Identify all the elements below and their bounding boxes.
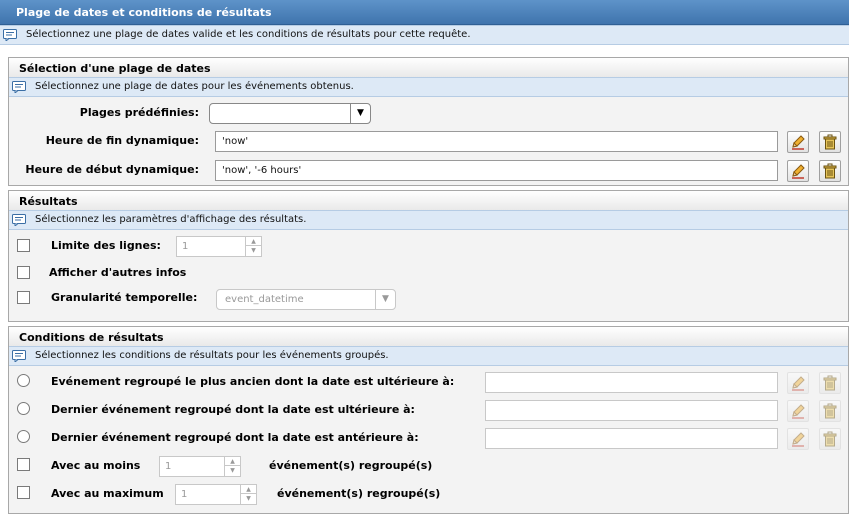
stepper-up-icon[interactable]: ▲: [246, 237, 261, 246]
edit-end-time-button[interactable]: [787, 131, 809, 153]
conditions-hint-text: Sélectionnez les conditions de résultats…: [35, 350, 389, 361]
info-note-icon: [12, 81, 26, 93]
edit-last-after-button[interactable]: [787, 400, 809, 422]
last-before-radio[interactable]: [17, 430, 30, 443]
pencil-icon: [792, 432, 805, 447]
delete-last-after-button[interactable]: [819, 400, 841, 422]
date-range-hint-text: Sélectionnez une plage de dates pour les…: [35, 81, 354, 92]
at-most-suffix: événement(s) regroupé(s): [277, 487, 441, 500]
results-panel: Résultats Sélectionnez les paramètres d'…: [8, 190, 849, 322]
stepper-up-icon[interactable]: ▲: [225, 457, 240, 466]
pencil-icon: [792, 164, 805, 179]
trash-icon: [823, 134, 837, 150]
predefined-ranges-select[interactable]: ▼: [209, 103, 371, 124]
last-after-radio[interactable]: [17, 402, 30, 415]
date-range-panel: Sélection d'une plage de dates Sélection…: [8, 57, 849, 186]
predefined-ranges-label: Plages prédéfinies:: [79, 106, 199, 119]
delete-end-time-button[interactable]: [819, 131, 841, 153]
row-limit-stepper[interactable]: 1 ▲ ▼: [176, 236, 262, 257]
results-hint: Sélectionnez les paramètres d'affichage …: [9, 210, 848, 230]
other-info-checkbox[interactable]: [17, 266, 30, 279]
trash-icon: [823, 163, 837, 179]
date-range-title: Sélection d'une plage de dates: [9, 58, 848, 77]
delete-last-before-button[interactable]: [819, 428, 841, 450]
stepper-down-icon[interactable]: ▼: [241, 494, 256, 503]
time-granularity-value: event_datetime: [225, 294, 304, 305]
row-limit-value: 1: [182, 241, 189, 252]
delete-start-time-button[interactable]: [819, 160, 841, 182]
time-granularity-label: Granularité temporelle:: [51, 291, 198, 304]
time-granularity-checkbox[interactable]: [17, 291, 30, 304]
info-note-icon: [12, 214, 26, 226]
results-title: Résultats: [9, 191, 848, 210]
row-limit-label: Limite des lignes:: [51, 239, 161, 252]
last-before-input[interactable]: [485, 428, 778, 449]
stepper-down-icon[interactable]: ▼: [246, 246, 261, 255]
pencil-icon: [792, 135, 805, 150]
end-time-label: Heure de fin dynamique:: [45, 134, 199, 147]
pencil-icon: [792, 376, 805, 391]
edit-oldest-after-button[interactable]: [787, 372, 809, 394]
row-limit-checkbox[interactable]: [17, 239, 30, 252]
start-time-label: Heure de début dynamique:: [25, 163, 199, 176]
results-hint-text: Sélectionnez les paramètres d'affichage …: [35, 214, 307, 225]
at-least-value: 1: [165, 461, 172, 472]
window-hint: Sélectionnez une plage de dates valide e…: [0, 25, 849, 45]
stepper-down-icon[interactable]: ▼: [225, 466, 240, 475]
at-least-suffix: événement(s) regroupé(s): [269, 459, 433, 472]
last-after-label: Dernier événement regroupé dont la date …: [51, 403, 415, 416]
at-most-value: 1: [181, 489, 188, 500]
info-note-icon: [12, 350, 26, 362]
oldest-after-label: Evénement regroupé le plus ancien dont l…: [51, 375, 455, 388]
pencil-icon: [792, 404, 805, 419]
conditions-title: Conditions de résultats: [9, 327, 848, 346]
at-least-checkbox[interactable]: [17, 458, 30, 471]
end-time-input[interactable]: 'now': [215, 131, 778, 152]
edit-last-before-button[interactable]: [787, 428, 809, 450]
date-range-hint: Sélectionnez une plage de dates pour les…: [9, 77, 848, 97]
at-least-stepper[interactable]: 1 ▲ ▼: [159, 456, 241, 477]
conditions-panel: Conditions de résultats Sélectionnez les…: [8, 326, 849, 514]
oldest-after-input[interactable]: [485, 372, 778, 393]
info-note-icon: [3, 29, 17, 41]
window-hint-text: Sélectionnez une plage de dates valide e…: [26, 29, 471, 40]
window-title: Plage de dates et conditions de résultat…: [0, 0, 849, 25]
last-after-input[interactable]: [485, 400, 778, 421]
stepper-up-icon[interactable]: ▲: [241, 485, 256, 494]
delete-oldest-after-button[interactable]: [819, 372, 841, 394]
oldest-after-radio[interactable]: [17, 374, 30, 387]
conditions-hint: Sélectionnez les conditions de résultats…: [9, 346, 848, 366]
at-most-stepper[interactable]: 1 ▲ ▼: [175, 484, 257, 505]
trash-icon: [823, 431, 837, 447]
chevron-down-icon[interactable]: ▼: [350, 104, 370, 123]
trash-icon: [823, 403, 837, 419]
trash-icon: [823, 375, 837, 391]
at-most-checkbox[interactable]: [17, 486, 30, 499]
start-time-input[interactable]: 'now', '-6 hours': [215, 160, 778, 181]
last-before-label: Dernier événement regroupé dont la date …: [51, 431, 419, 444]
other-info-label: Afficher d'autres infos: [49, 266, 187, 279]
edit-start-time-button[interactable]: [787, 160, 809, 182]
chevron-down-icon[interactable]: ▼: [375, 290, 395, 309]
at-least-label: Avec au moins: [51, 459, 141, 472]
time-granularity-select[interactable]: event_datetime ▼: [216, 289, 396, 310]
at-most-label: Avec au maximum: [51, 487, 164, 500]
